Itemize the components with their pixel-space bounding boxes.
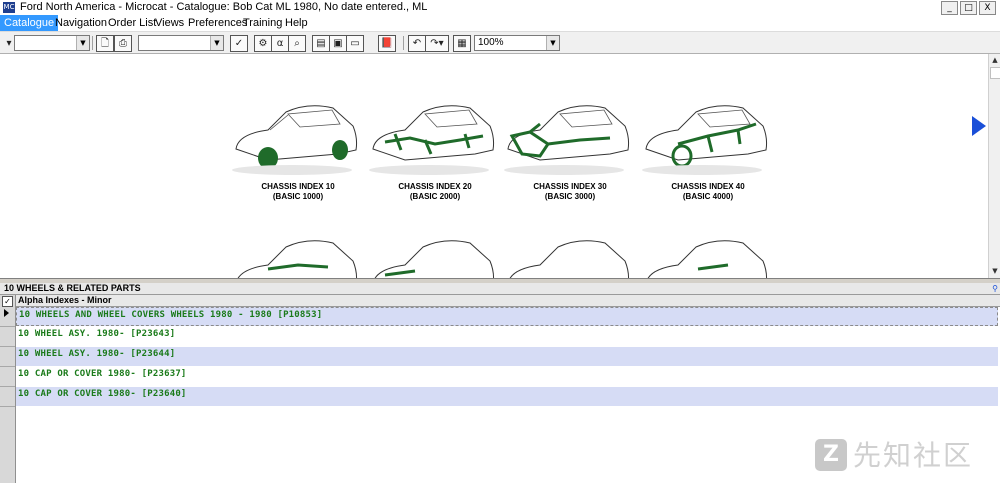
chassis-index-10-sub: (BASIC 1000) bbox=[272, 192, 324, 201]
row-divider bbox=[0, 386, 15, 387]
chevron-down-icon: ▼ bbox=[210, 36, 223, 50]
window-3-icon[interactable]: ▭ bbox=[346, 35, 364, 52]
catalogue-pane: CHASSIS INDEX 10 (BASIC 1000) CHASSIS IN… bbox=[0, 54, 988, 278]
grid-header-label: Alpha Indexes - Minor bbox=[18, 295, 112, 305]
menu-views[interactable]: Views bbox=[151, 15, 188, 31]
book-icon[interactable]: 📕 bbox=[378, 35, 396, 52]
table-row[interactable]: 10 CAP OR COVER 1980- [P23640] bbox=[16, 387, 998, 406]
grid-header: Alpha Indexes - Minor bbox=[16, 295, 1000, 307]
notes-icon[interactable]: ▦ bbox=[453, 35, 471, 52]
chevron-down-icon: ▼ bbox=[76, 36, 89, 50]
car-partial-icon bbox=[647, 240, 768, 278]
chassis-index-60-card[interactable] bbox=[365, 239, 505, 278]
row-divider bbox=[0, 406, 15, 407]
catalogue-scrollbar[interactable]: ▲ ▼ bbox=[988, 54, 1000, 278]
chassis-index-50-card[interactable] bbox=[228, 239, 368, 278]
chassis-index-10-card[interactable]: CHASSIS INDEX 10 (BASIC 1000) bbox=[228, 94, 368, 214]
row-divider bbox=[0, 346, 15, 347]
menu-navigation[interactable]: Navigation bbox=[51, 15, 111, 31]
table-row[interactable]: 10 WHEELS AND WHEEL COVERS WHEELS 1980 -… bbox=[16, 307, 998, 326]
scroll-thumb[interactable] bbox=[990, 67, 1000, 79]
window-2-icon[interactable]: ▣ bbox=[329, 35, 347, 52]
window-title: Ford North America - Microcat - Catalogu… bbox=[20, 1, 428, 13]
car-partial-icon bbox=[374, 240, 495, 278]
menu-help[interactable]: Help bbox=[281, 15, 312, 31]
watermark-text: 先知社区 bbox=[853, 439, 974, 472]
watermark: Z 先知社区 bbox=[815, 437, 990, 477]
table-row[interactable]: 10 WHEEL ASY. 1980- [P23644] bbox=[16, 347, 998, 366]
pin-icon[interactable]: ⚲ bbox=[992, 283, 998, 294]
row-selector-column: ✓ bbox=[0, 295, 16, 483]
watermark-logo-icon: Z bbox=[815, 439, 847, 471]
row-divider bbox=[0, 366, 15, 367]
chassis-index-20-card[interactable]: CHASSIS INDEX 20 (BASIC 2000) bbox=[365, 94, 505, 214]
close-button[interactable]: X bbox=[979, 1, 996, 15]
row-text: 10 WHEELS AND WHEEL COVERS WHEELS 1980 -… bbox=[19, 310, 323, 320]
print-icon[interactable]: ⎙ bbox=[114, 35, 132, 52]
chevron-down-icon: ▼ bbox=[546, 36, 559, 50]
car-partial-icon bbox=[237, 240, 358, 278]
find-icon[interactable]: ⌕ bbox=[288, 35, 306, 52]
toolbar: ▾ ▼ 🗋 ⎙ ▼ ✓ ⚙ α ⌕ ▤ ▣ ▭ 📕 ↶ ↷▾ ▦ 100% ▼ bbox=[0, 32, 1000, 54]
select-all-checkbox[interactable]: ✓ bbox=[2, 296, 13, 307]
chassis-index-40-label: CHASSIS INDEX 40 bbox=[671, 182, 745, 191]
section-title: 10 WHEELS & RELATED PARTS bbox=[4, 283, 141, 293]
chassis-index-20-label: CHASSIS INDEX 20 bbox=[398, 182, 472, 191]
row-text: 10 WHEEL ASY. 1980- [P23644] bbox=[18, 349, 176, 359]
chassis-index-40-sub: (BASIC 4000) bbox=[682, 192, 734, 201]
car-partial-icon bbox=[509, 240, 630, 278]
preview-icon[interactable]: 🗋 bbox=[96, 35, 114, 52]
section-header: 10 WHEELS & RELATED PARTS ⚲ bbox=[0, 283, 1000, 295]
toolbar-separator bbox=[92, 36, 93, 50]
zoom-combo[interactable]: 100% ▼ bbox=[474, 35, 560, 51]
toolbar-separator bbox=[403, 36, 404, 50]
car-chassis-20-icon bbox=[369, 105, 495, 175]
current-row-pointer-icon bbox=[4, 309, 9, 317]
table-row[interactable]: 10 CAP OR COVER 1980- [P23637] bbox=[16, 367, 998, 386]
menu-bar: Catalogue Navigation Order List Views Pr… bbox=[0, 15, 1000, 32]
table-row[interactable]: 10 WHEEL ASY. 1980- [P23643] bbox=[16, 327, 998, 346]
chassis-index-30-card[interactable]: CHASSIS INDEX 30 (BASIC 3000) bbox=[500, 94, 640, 214]
filter-icon[interactable]: ✓ bbox=[230, 35, 248, 52]
redo-icon[interactable]: ↷▾ bbox=[425, 35, 449, 52]
alpha-index-icon[interactable]: α bbox=[271, 35, 289, 52]
chassis-index-40-card[interactable]: CHASSIS INDEX 40 (BASIC 4000) bbox=[638, 94, 778, 214]
chassis-index-70-card[interactable] bbox=[500, 239, 640, 278]
chassis-index-20-sub: (BASIC 2000) bbox=[409, 192, 461, 201]
car-chassis-40-icon bbox=[642, 105, 768, 175]
window-controls: _ □ X bbox=[941, 1, 996, 15]
minimize-button[interactable]: _ bbox=[941, 1, 958, 15]
vehicle-combo[interactable]: ▼ bbox=[14, 35, 90, 51]
catalogue-combo[interactable]: ▼ bbox=[138, 35, 224, 51]
menu-training[interactable]: Training bbox=[239, 15, 286, 31]
window-1-icon[interactable]: ▤ bbox=[312, 35, 330, 52]
chassis-index-10-label: CHASSIS INDEX 10 bbox=[261, 182, 335, 191]
menu-catalogue[interactable]: Catalogue bbox=[0, 15, 59, 31]
row-text: 10 WHEEL ASY. 1980- [P23643] bbox=[18, 329, 176, 339]
undo-icon[interactable]: ↶ bbox=[408, 35, 426, 52]
row-text: 10 CAP OR COVER 1980- [P23640] bbox=[18, 389, 187, 399]
search-vehicle-icon[interactable]: ⚙ bbox=[254, 35, 272, 52]
app-logo-icon: MC bbox=[3, 2, 15, 13]
zoom-value: 100% bbox=[478, 37, 504, 48]
car-chassis-10-icon bbox=[232, 105, 358, 175]
scroll-up-icon[interactable]: ▲ bbox=[989, 54, 1000, 66]
chassis-index-30-label: CHASSIS INDEX 30 bbox=[533, 182, 607, 191]
car-chassis-30-icon bbox=[504, 105, 630, 175]
row-text: 10 CAP OR COVER 1980- [P23637] bbox=[18, 369, 187, 379]
row-divider bbox=[0, 326, 15, 327]
next-page-arrow-icon[interactable] bbox=[972, 116, 986, 136]
chassis-index-30-sub: (BASIC 3000) bbox=[544, 192, 596, 201]
chassis-index-80-card[interactable] bbox=[638, 239, 778, 278]
scroll-down-icon[interactable]: ▼ bbox=[989, 265, 1000, 277]
maximize-button[interactable]: □ bbox=[960, 1, 977, 15]
title-bar: MC Ford North America - Microcat - Catal… bbox=[0, 0, 1000, 16]
